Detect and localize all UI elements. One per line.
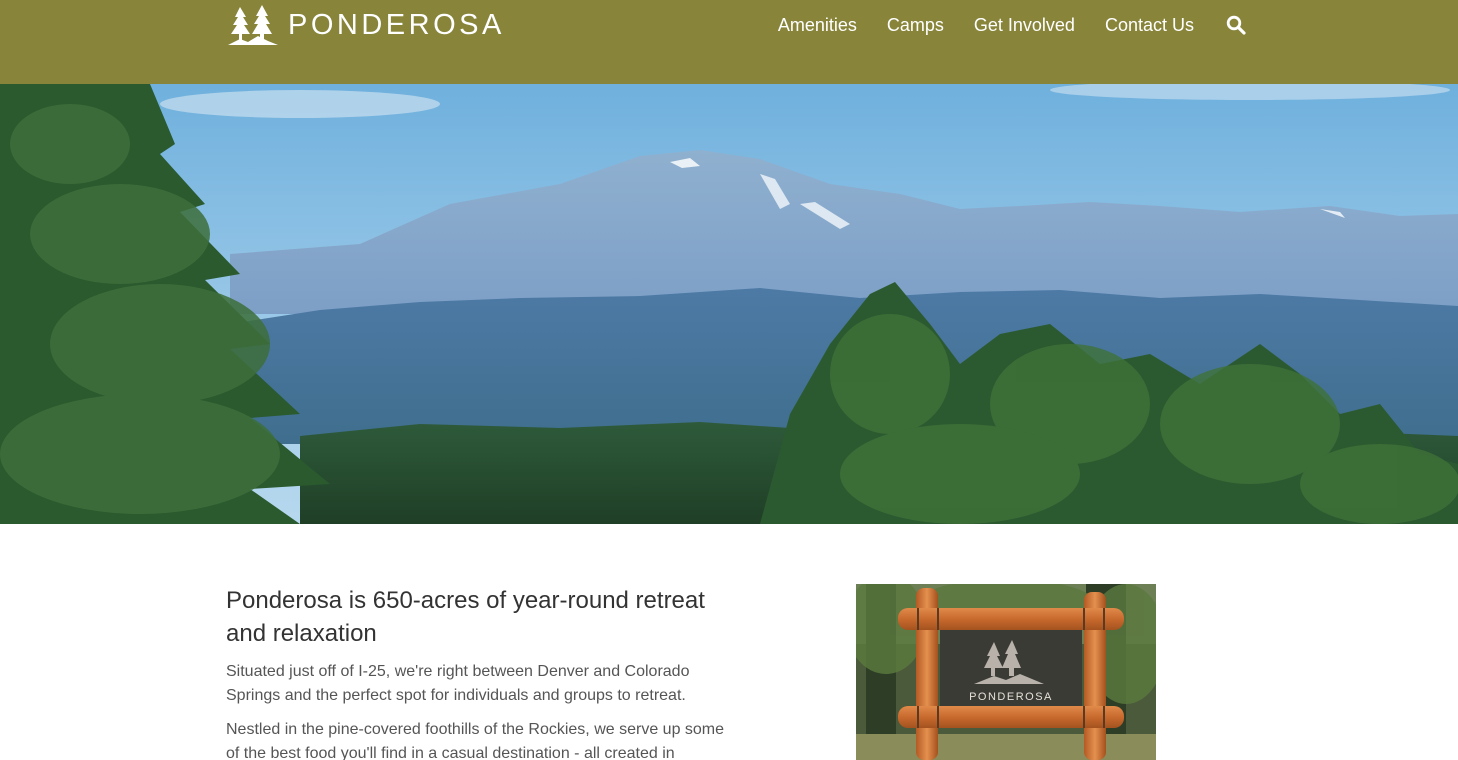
brand-name: PONDEROSA [288, 9, 505, 41]
intro-paragraph: Nestled in the pine-covered foothills of… [226, 721, 725, 760]
intro-section: Ponderosa is 650-acres of year-round ret… [226, 584, 736, 760]
site-header: PONDEROSA Amenities Camps Get Involved C… [0, 0, 1458, 84]
search-icon [1226, 15, 1246, 35]
nav-link-get-involved[interactable]: Get Involved [974, 0, 1075, 50]
mountain-landscape-photo [0, 84, 1458, 524]
search-button[interactable] [1224, 13, 1248, 37]
nav-link-camps[interactable]: Camps [887, 0, 944, 50]
intro-paragraph: Situated just off of I-25, we're right b… [226, 663, 690, 704]
site-logo[interactable]: PONDEROSA [226, 3, 505, 47]
pine-trees-logo-icon [228, 5, 278, 45]
hero-banner [0, 84, 1458, 524]
ponderosa-entrance-sign-photo: PONDEROSA [856, 584, 1156, 760]
sign-text: PONDEROSA [969, 691, 1053, 703]
nav-link-amenities[interactable]: Amenities [778, 0, 857, 50]
main-nav: Amenities Camps Get Involved Contact Us [778, 0, 1458, 50]
nav-link-contact-us[interactable]: Contact Us [1105, 0, 1194, 50]
intro-heading: Ponderosa is 650-acres of year-round ret… [226, 587, 705, 647]
